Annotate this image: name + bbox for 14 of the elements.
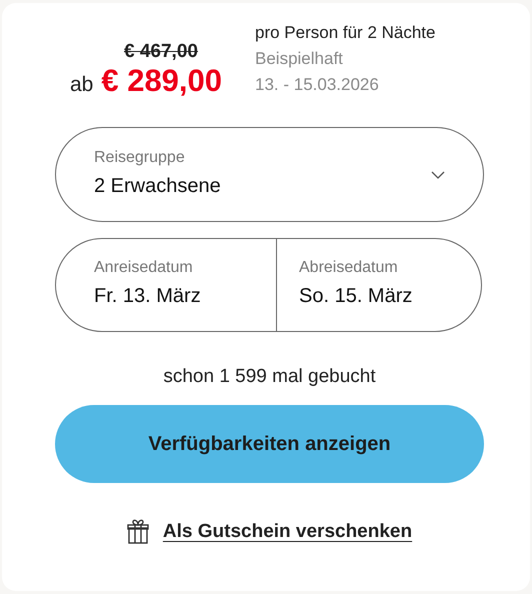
gift-voucher-link[interactable]: Als Gutschein verschenken — [162, 520, 412, 542]
old-price: € 467,00 — [124, 41, 198, 63]
price-note: pro Person für 2 Nächte — [255, 22, 436, 44]
price-prefix: ab — [70, 73, 94, 97]
date-field[interactable]: Anreisedatum Fr. 13. März — [56, 239, 276, 331]
booking-count: schon 1 599 mal gebucht — [162, 366, 377, 388]
travel-group-select[interactable]: Reisegruppe 2 Erwachsene — [55, 127, 484, 222]
example-note: Beispielhaft — [255, 48, 344, 70]
date-range: 13. - 15.03.2026 — [255, 74, 380, 96]
availability-button[interactable]: Verfügbarkeiten anzeigen — [55, 405, 484, 483]
date-field[interactable]: Abreisedatum So. 15. März — [276, 239, 481, 331]
gift-icon — [126, 519, 149, 544]
chevron-down-icon — [431, 170, 445, 178]
current-price: € 289,00 — [101, 63, 222, 99]
